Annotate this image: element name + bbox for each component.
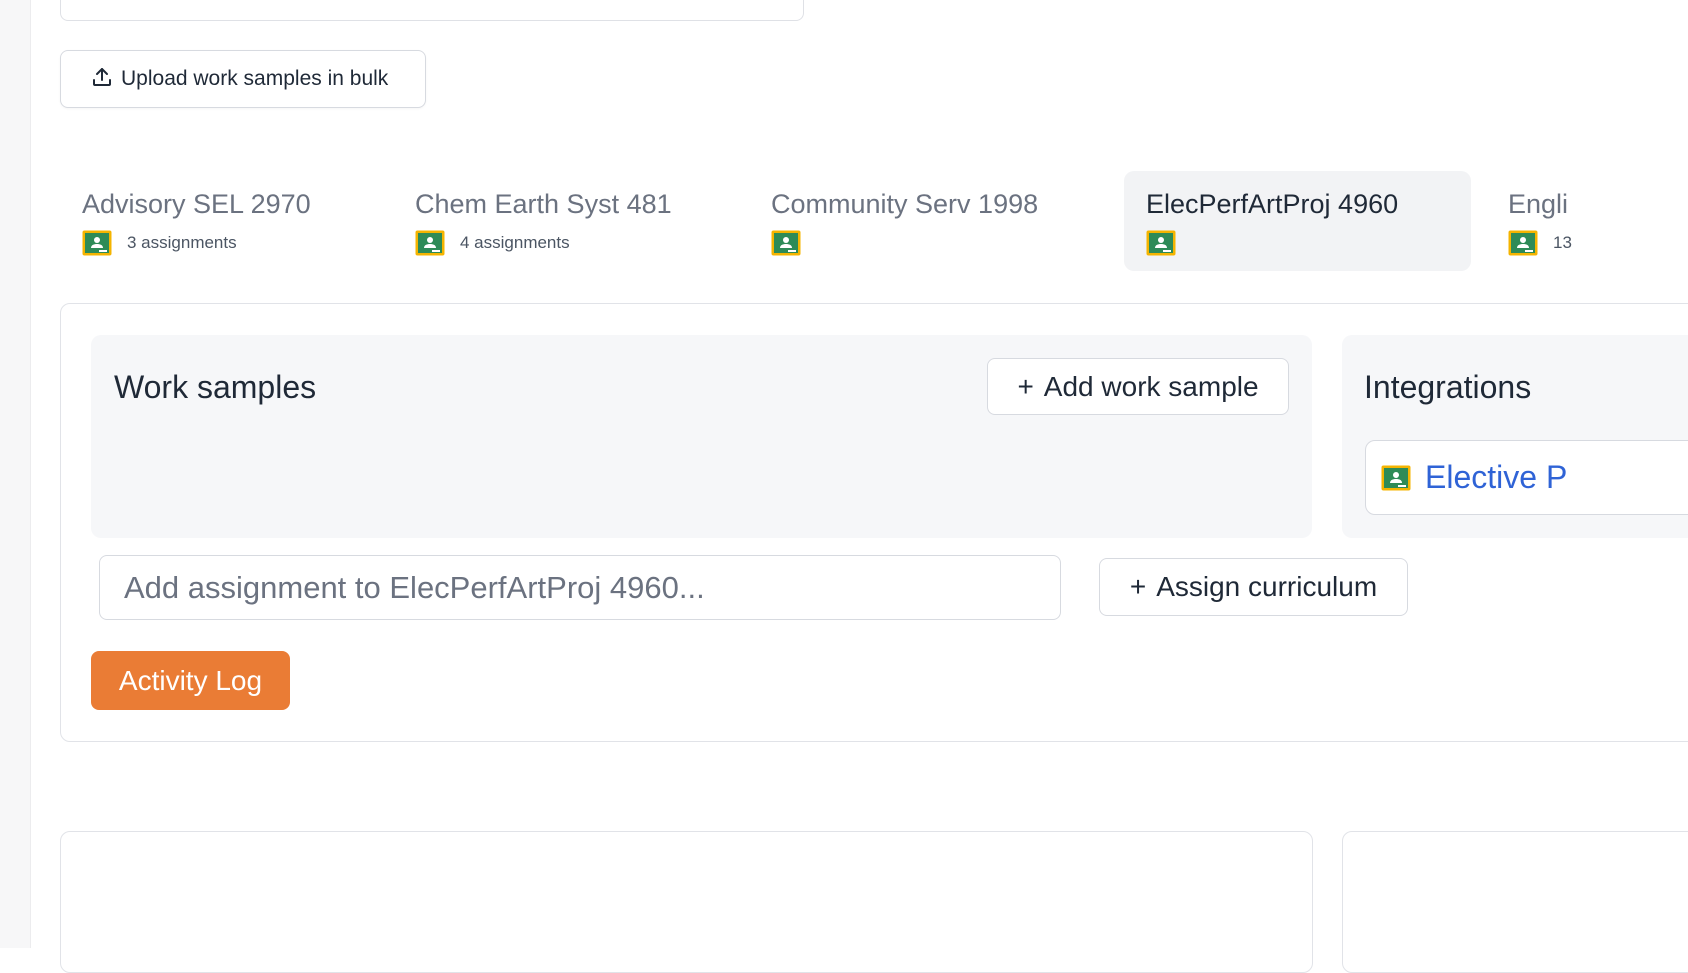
- google-classroom-icon: [82, 230, 112, 256]
- course-tab-name: Engli: [1508, 189, 1569, 219]
- integrations-title: Integrations: [1364, 369, 1532, 405]
- upload-icon: [91, 66, 113, 93]
- google-classroom-icon: [1381, 465, 1411, 491]
- upload-bulk-label: Upload work samples in bulk: [121, 67, 389, 90]
- bottom-card-right: [1342, 831, 1688, 973]
- course-tab-community-serv[interactable]: Community Serv 1998: [749, 171, 1089, 271]
- course-tab-name: Community Serv 1998: [771, 189, 1039, 219]
- upload-bulk-button[interactable]: Upload work samples in bulk: [60, 50, 426, 108]
- activity-log-button[interactable]: Activity Log: [91, 651, 290, 710]
- assignment-count: 13: [1553, 233, 1572, 252]
- google-classroom-icon: [771, 230, 801, 256]
- google-classroom-icon: [1146, 230, 1176, 256]
- add-assignment-input[interactable]: [99, 555, 1061, 620]
- assign-curriculum-button[interactable]: + Assign curriculum: [1099, 558, 1408, 616]
- course-tab-english[interactable]: Engli 13: [1486, 171, 1688, 271]
- course-tab-chem-earth[interactable]: Chem Earth Syst 481 4 assignments: [393, 171, 723, 271]
- plus-icon: +: [1017, 370, 1034, 402]
- assign-curriculum-label: Assign curriculum: [1156, 571, 1378, 602]
- integration-link-card[interactable]: Elective P: [1365, 440, 1688, 515]
- add-work-sample-button[interactable]: + Add work sample: [987, 358, 1289, 415]
- google-classroom-icon: [415, 230, 445, 256]
- add-work-sample-label: Add work sample: [1043, 370, 1259, 402]
- course-tab-name: ElecPerfArtProj 4960: [1146, 189, 1399, 219]
- integration-link[interactable]: Elective P: [1425, 459, 1567, 496]
- left-rail: [0, 0, 31, 948]
- top-card: [60, 0, 804, 21]
- assignment-count: 3 assignments: [127, 233, 237, 252]
- course-tab-advisory-sel[interactable]: Advisory SEL 2970 3 assignments: [60, 171, 380, 271]
- course-tab-name: Chem Earth Syst 481: [415, 189, 672, 219]
- bottom-card-left: [60, 831, 1313, 973]
- course-tab-name: Advisory SEL 2970: [82, 189, 311, 219]
- plus-icon: +: [1129, 571, 1147, 602]
- google-classroom-icon: [1508, 230, 1538, 256]
- course-tab-elecperfartproj[interactable]: ElecPerfArtProj 4960: [1124, 171, 1471, 271]
- assignment-count: 4 assignments: [460, 233, 570, 252]
- work-samples-title: Work samples: [114, 369, 317, 405]
